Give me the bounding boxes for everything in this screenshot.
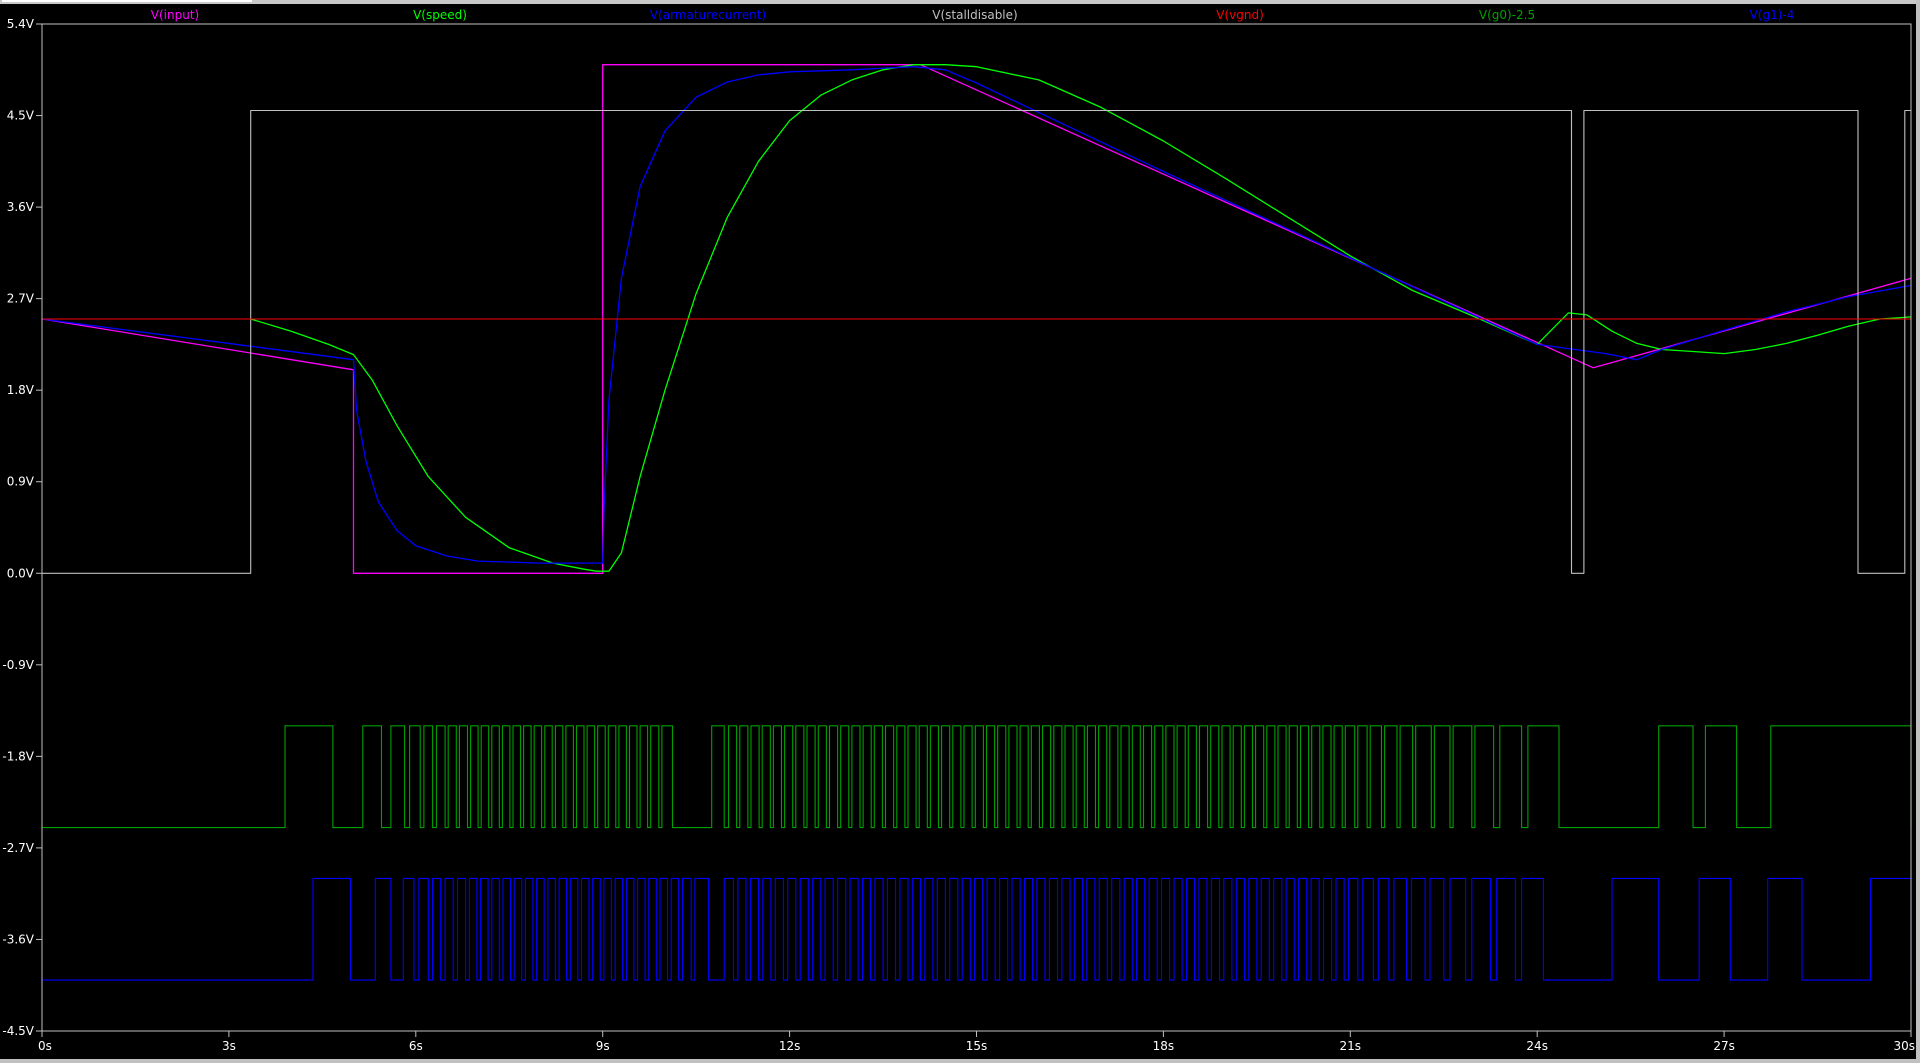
trace-v-armaturecurrent- [41,66,1912,564]
x-tick-label: 30s [1893,1039,1915,1053]
x-tick-label: 0s [38,1039,52,1053]
y-tick-label: 0.0V [7,566,35,580]
trace-v-g0-2-5 [42,725,1912,829]
waveform-plot[interactable]: 5.4V 4.5V 3.6V 2.7V 1.8V 0.9V 0.0V -0.9V -1.8V -2… [0,0,1920,1063]
y-tick-label: 3.6V [7,200,35,214]
trace-v-g1-4 [42,877,1912,981]
legend-entry: V(g1)-4 [1750,8,1795,22]
y-tick-label: -3.6V [2,932,34,946]
x-tick-label: 12s [779,1039,801,1053]
y-tick-label: -0.9V [2,658,34,672]
plot-frame [41,23,1912,1032]
x-tick-label: 3s [222,1039,236,1053]
trace-layer [41,64,1912,981]
trace-v-speed- [250,64,1912,572]
legend-entry: V(stalldisable) [932,8,1017,22]
legend-entry: V(armaturecurrent) [650,8,766,22]
legend-entry: V(input) [151,8,199,22]
y-tick-label: 1.8V [7,383,35,397]
y-tick-label: 5.4V [7,17,35,31]
y-tick-label: 0.9V [7,475,35,489]
y-tick-label: 4.5V [7,109,35,123]
x-tick-label: 21s [1340,1039,1362,1053]
x-tick-label: 27s [1713,1039,1735,1053]
y-tick-label: -1.8V [2,749,34,763]
x-tick-label: 9s [596,1039,610,1053]
y-tick-label: -4.5V [2,1024,34,1038]
legend-entry: V(vgnd) [1216,8,1264,22]
legend-entry: V(speed) [413,8,467,22]
x-tick-label: 15s [966,1039,988,1053]
x-tick-label: 24s [1526,1039,1548,1053]
legend-entry: V(g0)-2.5 [1479,8,1535,22]
y-tick-label: -2.7V [2,841,34,855]
axes-layer: 5.4V 4.5V 3.6V 2.7V 1.8V 0.9V 0.0V -0.9V -1.8V -2… [2,17,1915,1053]
x-tick-label: 18s [1153,1039,1175,1053]
y-tick-label: 2.7V [7,292,35,306]
x-tick-label: 6s [409,1039,423,1053]
legend: V(input) V(speed) V(armaturecurrent) V(stal… [151,8,1795,22]
